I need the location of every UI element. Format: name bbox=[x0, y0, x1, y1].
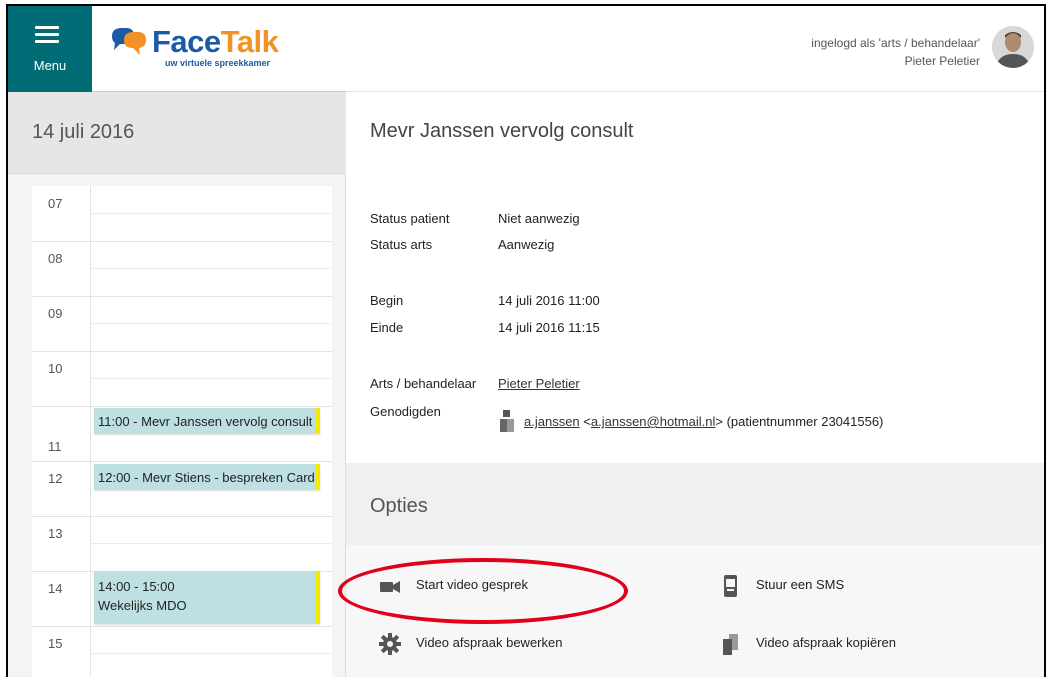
copy-icon bbox=[718, 632, 742, 656]
guest-details: > (patientnummer 23041556) bbox=[715, 414, 884, 429]
send-sms-label: Stuur een SMS bbox=[756, 577, 845, 592]
hour-slot[interactable]: 07 bbox=[32, 186, 332, 242]
logo-tagline: uw virtuele spreekkamer bbox=[165, 58, 271, 68]
hour-label: 14 bbox=[48, 581, 63, 596]
user-header: ingelogd als 'arts / behandelaar' Pieter… bbox=[346, 6, 1044, 92]
event-text: 12:00 - Mevr Stiens - bespreken Cardio bbox=[98, 470, 320, 485]
menu-label: Menu bbox=[33, 58, 67, 73]
event-text: Wekelijks MDO bbox=[98, 598, 187, 613]
hour-label: 11 bbox=[48, 439, 62, 454]
arts-row: Arts / behandelaar Pieter Peletier bbox=[370, 376, 580, 391]
begin-value: 14 juli 2016 11:00 bbox=[498, 293, 600, 308]
app-window: Menu FaceTalk uw virtuele spreekkamer 14… bbox=[6, 4, 1046, 677]
edit-video-button[interactable]: Video afspraak bewerken bbox=[378, 631, 562, 655]
calendar-event[interactable]: 11:00 - Mevr Janssen vervolg consult bbox=[94, 408, 320, 434]
appointment-title: Mevr Janssen vervolg consult bbox=[370, 120, 634, 142]
send-sms-button[interactable]: Stuur een SMS bbox=[718, 573, 844, 597]
person-icon bbox=[498, 410, 516, 432]
copy-video-label: Video afspraak kopiëren bbox=[756, 635, 896, 650]
logo-wordmark: FaceTalk bbox=[152, 24, 279, 59]
einde-value: 14 juli 2016 11:15 bbox=[498, 320, 600, 335]
user-photo-icon bbox=[992, 26, 1034, 68]
event-text: 11:00 - Mevr Janssen vervolg consult bbox=[98, 414, 313, 429]
calendar-event[interactable]: 12:00 - Mevr Stiens - bespreken Cardio bbox=[94, 464, 320, 490]
hour-label: 09 bbox=[48, 306, 63, 321]
hour-slot[interactable]: 13 bbox=[32, 516, 332, 572]
hour-slot[interactable]: 09 bbox=[32, 296, 332, 352]
begin-row: Begin 14 juli 2016 11:00 bbox=[370, 293, 600, 308]
einde-row: Einde 14 juli 2016 11:15 bbox=[370, 320, 600, 335]
guest-name-link[interactable]: a.janssen bbox=[524, 414, 580, 429]
hour-slot[interactable]: 10 bbox=[32, 351, 332, 407]
status-arts-row: Status arts Aanwezig bbox=[370, 237, 555, 252]
hour-label: 07 bbox=[48, 196, 63, 211]
calendar-pane: Menu FaceTalk uw virtuele spreekkamer 14… bbox=[8, 6, 346, 677]
left-header: Menu FaceTalk uw virtuele spreekkamer bbox=[8, 6, 346, 92]
edit-video-label: Video afspraak bewerken bbox=[416, 635, 563, 650]
avatar[interactable] bbox=[992, 26, 1034, 68]
status-patient-value: Niet aanwezig bbox=[498, 211, 580, 226]
guest-email-link[interactable]: a.janssen@hotmail.nl bbox=[591, 414, 715, 429]
event-time: 14:00 - 15:00 bbox=[98, 579, 175, 594]
status-patient-row: Status patient Niet aanwezig bbox=[370, 211, 580, 226]
hamburger-icon bbox=[35, 26, 59, 47]
day-calendar[interactable]: 07 08 09 10 11 12 13 14 15 11:00 - Mevr … bbox=[32, 186, 332, 677]
hour-label: 12 bbox=[48, 471, 63, 486]
hour-label: 10 bbox=[48, 361, 63, 376]
login-role: ingelogd als 'arts / behandelaar' bbox=[811, 36, 980, 50]
login-info: ingelogd als 'arts / behandelaar' Pieter… bbox=[811, 34, 980, 70]
menu-button[interactable]: Menu bbox=[8, 6, 92, 92]
gear-icon bbox=[378, 632, 402, 656]
facetalk-logo: FaceTalk uw virtuele spreekkamer bbox=[108, 24, 279, 74]
hour-label: 08 bbox=[48, 251, 63, 266]
copy-video-button[interactable]: Video afspraak kopiëren bbox=[718, 631, 896, 655]
arts-link[interactable]: Pieter Peletier bbox=[498, 376, 580, 391]
options-title: Opties bbox=[370, 495, 428, 517]
guests-row: Genodigden a.janssen <a.janssen@hotmail.… bbox=[370, 404, 883, 432]
hour-slot[interactable]: 15 bbox=[32, 626, 332, 677]
mobile-phone-icon bbox=[718, 574, 742, 598]
hour-slot[interactable]: 08 bbox=[32, 241, 332, 297]
calendar-event[interactable]: 14:00 - 15:00 Wekelijks MDO bbox=[94, 571, 320, 624]
calendar-date-header: 14 juli 2016 bbox=[8, 92, 346, 174]
highlight-ring bbox=[338, 558, 628, 624]
hour-label: 13 bbox=[48, 526, 63, 541]
status-arts-value: Aanwezig bbox=[498, 237, 555, 252]
calendar-date: 14 juli 2016 bbox=[32, 121, 135, 143]
user-name: Pieter Peletier bbox=[904, 54, 980, 68]
hour-label: 15 bbox=[48, 636, 63, 651]
speech-bubbles-icon bbox=[112, 28, 146, 55]
